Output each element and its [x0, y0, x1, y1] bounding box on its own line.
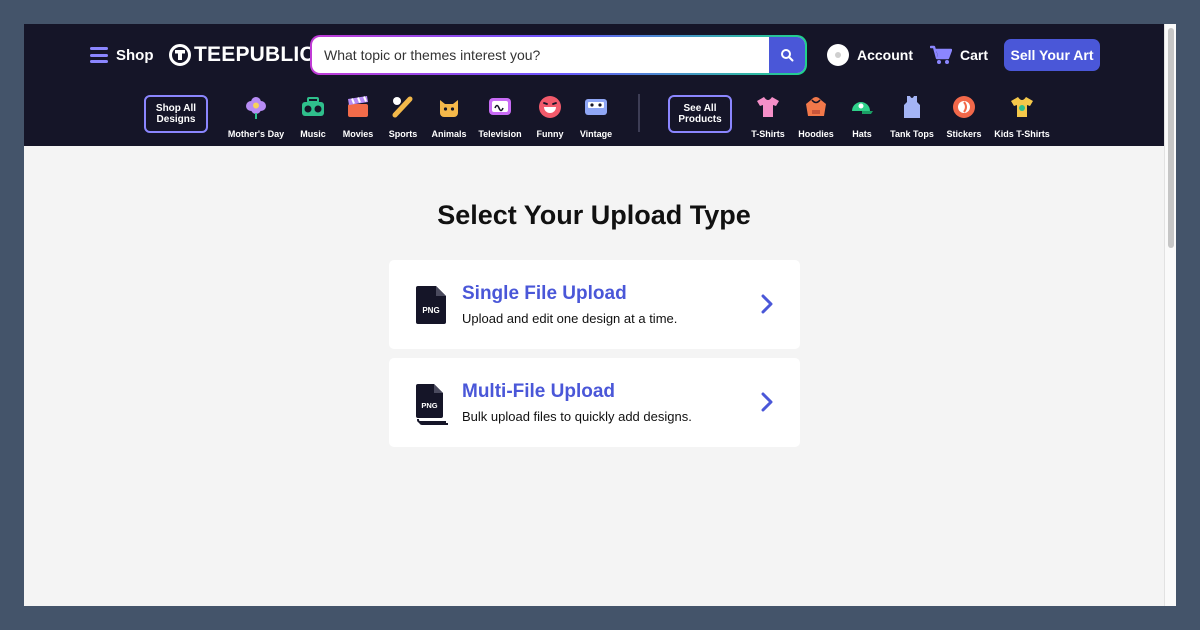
- tshirt-icon: [757, 97, 779, 117]
- flower-icon: [246, 97, 266, 119]
- multi-file-upload-option[interactable]: PNG Multi-File Upload Bulk upload files …: [389, 358, 800, 447]
- nav-label-kids-tshirts: Kids T-Shirts: [994, 129, 1050, 139]
- nav-item-tank-tops[interactable]: Tank Tops: [882, 94, 942, 139]
- multi-file-upload-description: Bulk upload files to quickly add designs…: [462, 409, 692, 424]
- logo-tshirt-icon: [169, 44, 191, 66]
- nav-label-mothers-day: Mother's Day: [227, 129, 285, 139]
- hamburger-icon: [90, 47, 108, 63]
- search-icon: [781, 49, 794, 62]
- clapperboard-icon: [348, 96, 368, 117]
- see-all-line1: See All: [683, 103, 717, 114]
- account-link[interactable]: Account: [827, 44, 913, 66]
- page-title: Select Your Upload Type: [437, 200, 751, 230]
- cat-icon: [440, 100, 458, 117]
- search-bar: [310, 35, 807, 75]
- cart-icon: [930, 45, 952, 64]
- nav-item-mothers-day[interactable]: Mother's Day: [226, 94, 286, 139]
- shop-all-designs-button[interactable]: Shop All Designs: [144, 95, 208, 133]
- account-label: Account: [857, 47, 913, 63]
- see-all-products-button[interactable]: See All Products: [668, 95, 732, 133]
- shop-menu-button[interactable]: Shop: [90, 44, 154, 66]
- see-all-products-label: See All Products: [678, 103, 721, 125]
- nav-divider: [638, 94, 640, 132]
- browser-window: Shop TEEPUBLIC Account Ca: [24, 24, 1176, 606]
- shop-all-designs-label: Shop All Designs: [156, 103, 196, 125]
- shop-all-line2: Designs: [156, 114, 196, 125]
- single-file-upload-description: Upload and edit one design at a time.: [462, 311, 678, 326]
- png-file-badge: PNG: [422, 306, 439, 315]
- page: Shop TEEPUBLIC Account Ca: [24, 24, 1164, 606]
- cassette-icon: [585, 99, 607, 115]
- shop-all-line1: Shop All: [155, 103, 197, 114]
- sticker-icon: [953, 96, 975, 118]
- search-inner: [312, 37, 805, 73]
- nav-label-tank-tops: Tank Tops: [890, 129, 934, 139]
- see-all-line2: Products: [678, 114, 722, 125]
- single-file-upload-option[interactable]: PNG Single File Upload Upload and edit o…: [389, 260, 800, 349]
- cap-icon: [852, 102, 873, 114]
- cart-label: Cart: [960, 47, 989, 63]
- laughing-face-icon: [539, 96, 561, 118]
- tank-top-icon: [904, 96, 920, 118]
- site-header: Shop TEEPUBLIC Account Ca: [24, 24, 1164, 146]
- multi-file-upload-title: Multi-File Upload: [462, 381, 616, 402]
- search-button[interactable]: [769, 37, 805, 73]
- nav-label-stickers: Stickers: [946, 129, 982, 139]
- png-files-stack-icon: PNG: [416, 384, 448, 425]
- page-scrollbar[interactable]: [1164, 24, 1176, 606]
- boombox-icon: [302, 97, 324, 116]
- hoodie-icon: [806, 97, 826, 116]
- single-file-upload-title: Single File Upload: [462, 283, 627, 304]
- png-file-icon: PNG: [416, 286, 446, 324]
- tv-icon: [489, 98, 511, 115]
- search-input[interactable]: [312, 37, 769, 73]
- nav-label-vintage: Vintage: [579, 129, 613, 139]
- nav-item-kids-tshirts[interactable]: Kids T-Shirts: [992, 94, 1052, 139]
- chevron-right-icon: [761, 294, 773, 314]
- nav-item-vintage[interactable]: Vintage: [566, 94, 626, 139]
- kids-tshirt-icon: [1011, 97, 1033, 117]
- teepublic-logo[interactable]: TEEPUBLIC: [169, 42, 315, 68]
- logo-text: TEEPUBLIC: [194, 43, 315, 66]
- png-files-badge: PNG: [421, 401, 437, 410]
- nav-item-stickers[interactable]: Stickers: [934, 94, 994, 139]
- avatar-icon: [827, 44, 849, 66]
- scrollbar-thumb[interactable]: [1168, 28, 1174, 248]
- shop-menu-label: Shop: [116, 46, 154, 64]
- cart-link[interactable]: Cart: [930, 44, 988, 66]
- sell-your-art-button[interactable]: Sell Your Art: [1004, 39, 1100, 71]
- chevron-right-icon: [761, 392, 773, 412]
- baseball-bat-icon: [392, 96, 413, 118]
